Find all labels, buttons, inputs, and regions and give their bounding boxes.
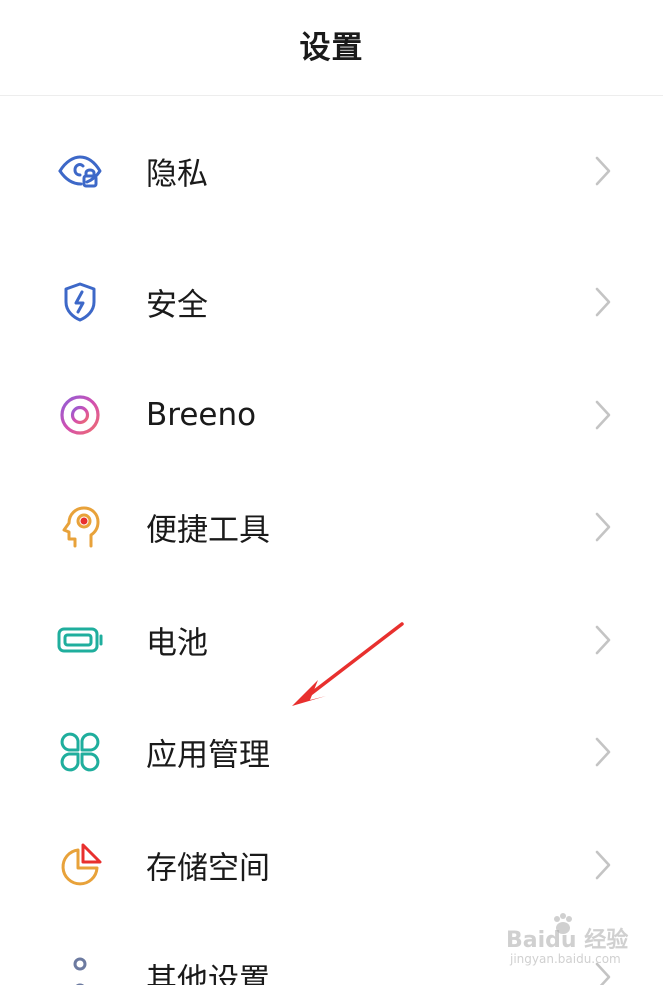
settings-item-label: 存储空间 — [146, 850, 270, 887]
chevron-right-icon — [592, 623, 614, 657]
settings-item-label: 便捷工具 — [146, 512, 270, 549]
settings-item-convenience-tools[interactable]: 便捷工具 — [0, 471, 663, 584]
chevron-right-icon — [592, 398, 614, 432]
settings-item-storage[interactable]: 存储空间 — [0, 809, 663, 922]
settings-item-label: 电池 — [146, 625, 208, 662]
settings-screen: 设置 隐私 安全 Breeno 便捷工具 电池 应用管理 存储空间 其他设置 B… — [0, 0, 663, 985]
watermark-sub: jingyan.baidu.com — [510, 952, 621, 966]
settings-item-label: 隐私 — [146, 156, 208, 193]
title-bar: 设置 — [0, 0, 663, 96]
app-management-icon — [56, 728, 104, 776]
convenience-head-icon — [56, 503, 104, 551]
settings-item-breeno[interactable]: Breeno — [0, 359, 663, 472]
settings-item-app-management[interactable]: 应用管理 — [0, 696, 663, 809]
storage-pie-icon — [56, 841, 104, 889]
chevron-right-icon — [592, 510, 614, 544]
settings-item-label: 应用管理 — [146, 737, 270, 774]
chevron-right-icon — [592, 154, 614, 188]
settings-item-label: Breeno — [146, 396, 257, 433]
settings-item-privacy[interactable]: 隐私 — [0, 96, 663, 246]
settings-list: 隐私 安全 Breeno 便捷工具 电池 应用管理 存储空间 其他设置 — [0, 96, 663, 985]
breeno-ring-icon — [56, 391, 104, 439]
other-settings-dots-icon — [56, 953, 104, 985]
security-shield-icon — [56, 278, 104, 326]
settings-item-battery[interactable]: 电池 — [0, 584, 663, 697]
settings-item-label: 其他设置 — [146, 962, 270, 985]
watermark-main: Baidu 经验 — [506, 928, 629, 953]
privacy-eye-lock-icon — [56, 147, 104, 195]
baidu-watermark: Baidu 经验 jingyan.baidu.com — [506, 912, 656, 972]
settings-item-label: 安全 — [146, 287, 208, 324]
chevron-right-icon — [592, 848, 614, 882]
page-title: 设置 — [299, 30, 364, 66]
chevron-right-icon — [592, 735, 614, 769]
battery-icon — [56, 616, 104, 664]
chevron-right-icon — [592, 285, 614, 319]
settings-item-security[interactable]: 安全 — [0, 246, 663, 359]
